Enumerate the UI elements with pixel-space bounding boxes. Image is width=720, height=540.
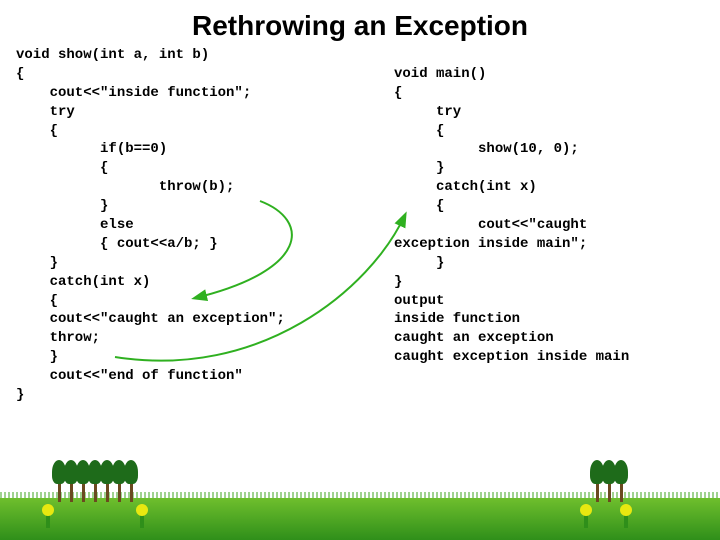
flower-decor bbox=[584, 510, 588, 528]
flower-decor bbox=[140, 510, 144, 528]
flower-decor bbox=[46, 510, 50, 528]
code-left: void show(int a, int b) { cout<<"inside … bbox=[16, 46, 386, 405]
grass-footer bbox=[0, 498, 720, 540]
code-right: void main() { try { show(10, 0); } catch… bbox=[386, 46, 704, 405]
flower-decor bbox=[624, 510, 628, 528]
tree-decor bbox=[614, 460, 628, 502]
code-region: void show(int a, int b) { cout<<"inside … bbox=[0, 46, 720, 405]
slide-title: Rethrowing an Exception bbox=[0, 0, 720, 46]
tree-decor bbox=[124, 460, 138, 502]
